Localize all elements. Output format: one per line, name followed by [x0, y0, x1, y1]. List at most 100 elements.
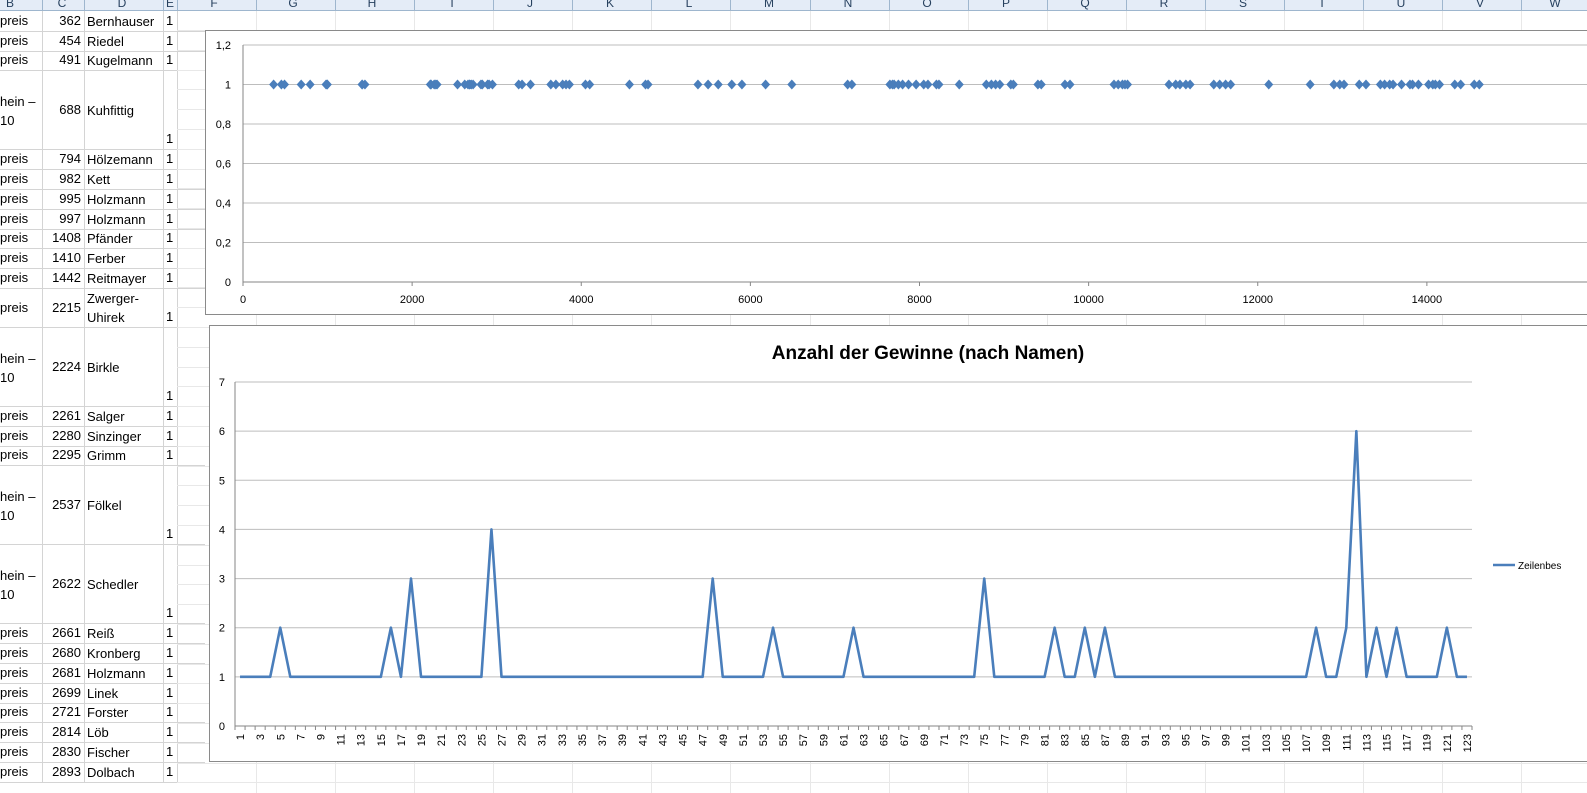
cell-e[interactable]: 1 [166, 664, 176, 682]
cell-a[interactable]: preis [0, 51, 41, 69]
cell-d[interactable]: Reiß [87, 624, 163, 643]
cell-c[interactable]: 491 [43, 51, 81, 69]
column-header-i[interactable]: I [450, 0, 453, 10]
cell-a[interactable]: preis [0, 664, 41, 682]
table-row[interactable]: hein – 10 688 Kuhfittig 1 [0, 70, 205, 151]
cell-a[interactable]: preis [0, 150, 41, 168]
cell-e[interactable]: 1 [166, 427, 176, 445]
cell-a[interactable]: preis [0, 723, 41, 741]
cell-e[interactable]: 1 [166, 763, 176, 781]
cell-c[interactable]: 2681 [43, 664, 81, 682]
cell-e[interactable]: 1 [166, 624, 176, 642]
cell-e[interactable]: 1 [166, 743, 176, 761]
cell-d[interactable]: Forster [87, 703, 163, 722]
cell-c[interactable]: 2215 [43, 299, 81, 317]
cell-d[interactable]: Fischer [87, 743, 163, 762]
table-row[interactable]: hein – 10 2622 Schedler 1 [0, 544, 205, 625]
column-header-p[interactable]: P [1002, 0, 1010, 10]
cell-a[interactable]: preis [0, 269, 41, 287]
cell-d[interactable]: Birkle [87, 358, 163, 377]
cell-e[interactable]: 1 [166, 387, 176, 405]
cell-c[interactable]: 454 [43, 32, 81, 50]
cell-c[interactable]: 2661 [43, 624, 81, 642]
table-row[interactable]: preis 362 Bernhauser 1 [0, 11, 205, 32]
table-row[interactable]: preis 2261 Salger 1 [0, 406, 205, 427]
cell-a[interactable]: preis [0, 407, 41, 425]
table-row[interactable]: preis 2699 Linek 1 [0, 682, 205, 704]
cell-e[interactable]: 1 [166, 644, 176, 662]
cell-c[interactable]: 995 [43, 190, 81, 208]
cell-d[interactable]: Fölkel [87, 496, 163, 515]
cell-c[interactable]: 997 [43, 210, 81, 228]
cell-d[interactable]: Löb [87, 723, 163, 742]
table-row[interactable]: preis 995 Holzmann 1 [0, 189, 205, 210]
cell-d[interactable]: Hölzemann [87, 150, 163, 169]
column-header-k[interactable]: K [606, 0, 614, 10]
column-header-c[interactable]: C [58, 0, 67, 10]
cell-c[interactable]: 2830 [43, 743, 81, 761]
cell-c[interactable]: 2295 [43, 446, 81, 464]
cell-c[interactable]: 1410 [43, 249, 81, 267]
cell-c[interactable]: 2893 [43, 763, 81, 781]
cell-e[interactable]: 1 [166, 12, 176, 30]
cell-e[interactable]: 1 [166, 229, 176, 247]
cell-d[interactable]: Grimm [87, 446, 163, 465]
cell-a[interactable]: preis [0, 210, 41, 228]
cell-a[interactable]: preis [0, 446, 41, 464]
column-header-w[interactable]: W [1549, 0, 1560, 10]
cell-e[interactable]: 1 [166, 210, 176, 228]
table-row[interactable]: preis 997 Holzmann 1 [0, 208, 205, 230]
cell-e[interactable]: 1 [166, 684, 176, 702]
cell-a[interactable]: preis [0, 229, 41, 247]
cell-a[interactable]: preis [0, 299, 41, 317]
table-row[interactable]: preis 2893 Dolbach 1 [0, 762, 205, 783]
column-header-v[interactable]: V [1476, 0, 1484, 10]
table-row[interactable]: preis 794 Hölzemann 1 [0, 149, 205, 171]
cell-a[interactable]: preis [0, 624, 41, 642]
cell-d[interactable]: Linek [87, 684, 163, 703]
table-row[interactable]: preis 1410 Ferber 1 [0, 248, 205, 270]
cell-e[interactable]: 1 [166, 249, 176, 267]
cell-c[interactable]: 688 [43, 101, 81, 119]
cell-a[interactable]: preis [0, 170, 41, 188]
cell-a[interactable]: preis [0, 703, 41, 721]
cell-d[interactable]: Pfänder [87, 229, 163, 248]
column-header-l[interactable]: L [686, 0, 693, 10]
cell-d[interactable]: Schedler [87, 575, 163, 594]
table-row[interactable]: hein – 10 2224 Birkle 1 [0, 327, 205, 407]
cell-c[interactable]: 2537 [43, 496, 81, 514]
table-row[interactable]: preis 2280 Sinzinger 1 [0, 425, 205, 447]
cell-d[interactable]: Ferber [87, 249, 163, 268]
cell-e[interactable]: 1 [166, 604, 176, 622]
cell-d[interactable]: Dolbach [87, 763, 163, 782]
table-row[interactable]: preis 1442 Reitmayer 1 [0, 268, 205, 289]
cell-c[interactable]: 2814 [43, 723, 81, 741]
table-row[interactable]: hein – 10 2537 Fölkel 1 [0, 465, 205, 546]
cell-e[interactable]: 1 [166, 703, 176, 721]
table-row[interactable]: preis 2681 Holzmann 1 [0, 663, 205, 684]
cell-a[interactable]: preis [0, 249, 41, 267]
cell-e[interactable]: 1 [166, 269, 176, 287]
cell-c[interactable]: 794 [43, 150, 81, 168]
cell-c[interactable]: 2280 [43, 427, 81, 445]
cell-d[interactable]: Salger [87, 407, 163, 426]
cell-d[interactable]: Kett [87, 170, 163, 189]
cell-d[interactable]: Holzmann [87, 664, 163, 683]
table-row[interactable]: preis 2215 Zwerger- Uhirek 1 [0, 288, 205, 328]
table-row[interactable]: preis 491 Kugelmann 1 [0, 50, 205, 72]
column-header-g[interactable]: G [288, 0, 297, 10]
cell-a[interactable]: preis [0, 763, 41, 781]
cell-e[interactable]: 1 [166, 130, 176, 148]
table-row[interactable]: preis 2661 Reiß 1 [0, 623, 205, 645]
cell-c[interactable]: 2699 [43, 684, 81, 702]
cell-a[interactable]: preis [0, 427, 41, 445]
cell-d[interactable]: Reitmayer [87, 269, 163, 288]
cell-c[interactable]: 2622 [43, 575, 81, 593]
line-chart[interactable]: Anzahl der Gewinne (nach Namen) 01234567… [209, 325, 1587, 762]
cell-e[interactable]: 1 [166, 190, 176, 208]
cell-e[interactable]: 1 [166, 32, 176, 50]
cell-d[interactable]: Kuhfittig [87, 101, 163, 120]
table-row[interactable]: preis 982 Kett 1 [0, 169, 205, 190]
column-header-s[interactable]: S [1239, 0, 1247, 10]
cell-a[interactable]: hein – 10 [0, 566, 41, 604]
